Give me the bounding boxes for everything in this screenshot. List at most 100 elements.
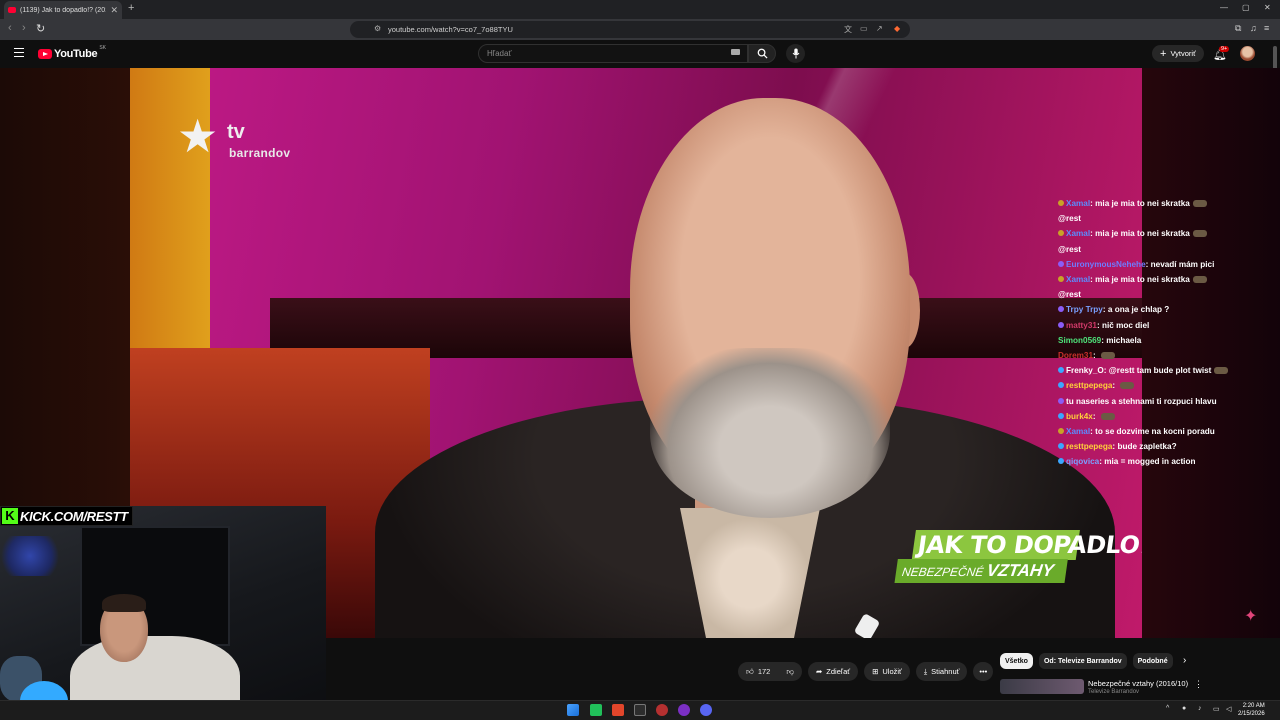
download-button[interactable]: ⤓ Stiahnuť [915,662,968,681]
keyboard-icon[interactable] [731,49,740,55]
voice-search-button[interactable] [786,44,805,63]
chat-badge-icon [1058,321,1064,328]
back-icon[interactable]: ‹ [8,22,12,34]
create-button[interactable]: + Vytvoriť [1152,45,1204,62]
chat-text: mia je mia to nei skratka [1095,275,1190,285]
like-button[interactable]: 👍︎ 172 [738,662,778,681]
system-clock[interactable]: 2:20 AM 2/15/2026 [1238,702,1265,718]
chat-message: burk4x: [1058,411,1273,424]
brave-shield-icon[interactable]: ◆ [894,24,900,33]
chat-username: matty31 [1066,320,1097,330]
cast-icon[interactable]: ▭ [860,24,868,33]
chat-username: qiqovica [1066,457,1100,467]
start-menu-icon[interactable] [567,704,579,716]
star-decoration-icon: ✦ [1244,608,1258,625]
clock-date: 2/15/2026 [1238,711,1265,717]
site-info-icon[interactable]: ⚙ [374,24,381,33]
youtube-favicon-icon [8,7,16,13]
tray-app-icon[interactable]: ● [1182,705,1186,712]
chat-text: mia = mogged in action [1104,457,1196,467]
close-tab-icon[interactable]: ✕ [110,5,118,16]
address-bar[interactable]: ⚙ youtube.com/watch?v=co7_7o88TYU 文 ▭ ↗ … [350,21,910,38]
thumbs-up-icon: 👍︎ [746,666,754,676]
url-text: youtube.com/watch?v=co7_7o88TYU [388,25,513,34]
account-avatar[interactable] [1240,46,1255,61]
chevron-right-icon[interactable]: › [1183,655,1186,666]
share-icon[interactable]: ↗ [876,24,883,33]
chat-badge-icon [1058,200,1064,206]
tray-mic-icon[interactable]: ♪ [1198,705,1202,712]
app-icon-red[interactable] [656,704,668,716]
search-icon [757,48,768,59]
share-label: Zdieľať [826,667,851,676]
recommended-channel: Televize Barrandov [1088,689,1140,695]
app-icon-purple[interactable] [678,704,690,716]
chat-badge-icon [1058,306,1064,313]
search-button[interactable] [748,44,776,63]
chat-message: @rest [1058,244,1273,257]
brave-browser-icon[interactable] [612,704,624,716]
chat-text: @rest [1058,244,1082,254]
chat-text: @rest [1058,290,1082,300]
media-icon[interactable]: ♫ [1250,23,1257,33]
recommended-title[interactable]: Nebezpečné vztahy (2016/10) [1088,679,1188,688]
chat-message: tu naseries a stehnami ti rozpuci hlavu [1058,396,1273,409]
chat-username: Dorem31 [1058,351,1094,361]
network-icon[interactable]: ▭ [1213,705,1220,713]
chat-message: Simon0569: michaela [1058,335,1273,348]
minimize-icon[interactable]: — [1220,3,1228,12]
create-label: Vytvoriť [1170,49,1196,58]
chip-from-channel[interactable]: Od: Televize Barrandov [1038,653,1127,669]
hamburger-menu-icon[interactable] [14,48,24,57]
chat-username: burk4x [1066,411,1093,421]
recommended-more-icon[interactable]: ⋮ [1194,679,1203,690]
menu-icon[interactable]: ≡ [1264,23,1269,33]
forward-icon[interactable]: › [22,22,26,34]
logo-brand-text: barrandov [229,146,291,160]
search-input[interactable]: Hľadať [478,44,748,63]
terminal-icon[interactable] [634,704,646,716]
chip-all[interactable]: Všetko [1000,653,1033,669]
translate-icon[interactable]: 文 [844,24,852,35]
chat-badge-icon [1058,382,1064,389]
close-window-icon[interactable]: ✕ [1264,3,1271,12]
thumbs-down-icon: 👎︎ [786,666,794,676]
save-button[interactable]: ⊞ Uložiť [864,662,910,681]
chat-badge-icon [1058,458,1064,465]
chat-text: @restt tam bude plot twist [1108,366,1212,376]
chat-username: resttpepega [1066,381,1113,391]
chat-emote-icon [1101,352,1116,360]
more-actions-button[interactable]: ••• [973,662,994,681]
recommended-thumbnail[interactable] [1000,679,1084,694]
app-icon-green[interactable] [590,704,602,716]
dislike-button[interactable]: 👎︎ [778,662,802,681]
stream-chat-overlay: Xamal: mia je mia to nei skratka @rest Xam… [1058,198,1273,472]
volume-icon[interactable]: ◁ [1226,705,1231,713]
youtube-logo[interactable]: YouTube SK [38,45,106,60]
chat-separator: : [1112,381,1118,391]
extensions-icon[interactable]: ⧉ [1235,23,1241,34]
chip-related[interactable]: Podobné [1132,653,1173,669]
notification-badge: 9+ [1219,46,1230,52]
show-title-bottom-a: NEBEZPEČNÉ [901,565,988,579]
reload-icon[interactable]: ↻ [36,22,45,35]
tray-overflow-icon[interactable]: ^ [1166,705,1169,712]
new-tab-button[interactable]: + [128,2,134,14]
download-label: Stiahnuť [931,667,960,676]
chat-emote-icon [1100,412,1115,420]
maximize-icon[interactable]: ▢ [1242,3,1250,12]
chat-text: mia je mia to nei skratka [1095,199,1190,208]
chat-text: mia je mia to nei skratka [1095,229,1190,239]
chat-username: Xamal [1066,229,1091,239]
show-title-graphic: JAK TO DOPADLO!? NEBEZPEČNÉ VZTAHY [894,530,1142,586]
browser-tab[interactable]: (1139) Jak to dopadlo!? (2016... ✕ [4,1,122,19]
recommended-video[interactable]: Nebezpečné vztahy (2016/10) Televize Bar… [1000,678,1203,695]
discord-icon[interactable] [700,704,712,716]
chat-emote-icon [1192,276,1207,284]
chat-username: Trpy Trpy [1066,305,1103,315]
chat-emote-icon [1192,230,1207,238]
chat-message: EuronymousNehehe: nevadí mám pici [1058,259,1273,272]
share-button[interactable]: ➦ Zdieľať [808,662,859,681]
chat-text: nič moc diel [1101,320,1150,330]
save-icon: ⊞ [872,667,879,676]
